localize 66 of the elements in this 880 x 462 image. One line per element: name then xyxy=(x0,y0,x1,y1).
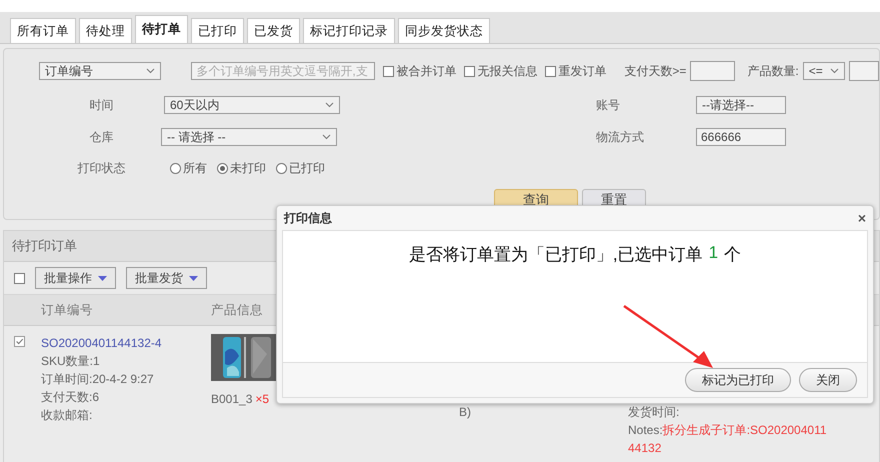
caret-icon xyxy=(189,276,198,280)
dropdown[interactable]: -- 请选择 -- xyxy=(161,128,337,146)
order-detail: 收款邮箱: xyxy=(41,407,94,424)
dialog-message: 是否将订单置为「已打印」,已选中订单 xyxy=(408,244,703,266)
radio-button[interactable] xyxy=(276,163,287,174)
order-notes: Notes:拆分生成子订单:SO20200401144132 xyxy=(628,422,828,457)
tab[interactable]: 已打印 xyxy=(191,18,244,43)
order-link[interactable]: SO20200401144132-4 xyxy=(41,334,211,352)
field-label: 打印状态 xyxy=(76,160,126,177)
dialog-title: 打印信息 xyxy=(284,210,332,226)
column-header: 产品信息 xyxy=(211,302,263,318)
dropdown-button[interactable]: 批量发货 xyxy=(126,267,207,289)
input-field[interactable] xyxy=(849,61,880,81)
quantity: ×5 xyxy=(255,392,270,406)
checkbox-label: 重发订单 xyxy=(558,62,606,80)
order-detail: 发货时间: xyxy=(628,404,680,421)
tab[interactable]: 标记打印记录 xyxy=(303,18,395,43)
field-label: 仓库 xyxy=(88,128,114,146)
close-button[interactable]: × xyxy=(858,210,866,226)
checkbox-label: 被合并订单 xyxy=(396,62,456,80)
input-field[interactable]: 666666 xyxy=(696,128,786,146)
tab[interactable]: 待处理 xyxy=(79,18,132,43)
field-label: 产品数量: xyxy=(747,62,799,80)
check-icon xyxy=(15,336,24,347)
tab[interactable]: 已发货 xyxy=(247,18,300,43)
dropdown[interactable]: <= xyxy=(802,62,846,80)
tab[interactable]: 同步发货状态 xyxy=(398,18,490,43)
radio-label: 未打印 xyxy=(230,160,266,177)
dropdown-caret-icon xyxy=(322,134,331,140)
dropdown-caret-icon xyxy=(830,68,840,74)
order-detail: 订单时间:20-4-2 9:27 xyxy=(41,371,155,388)
dropdown[interactable]: 订单编号 xyxy=(39,62,162,80)
tab[interactable]: 待打单 xyxy=(135,15,188,43)
selected-count: 1 xyxy=(708,243,718,264)
input-field[interactable] xyxy=(690,61,736,81)
search-field[interactable]: 多个订单编号用英文逗号隔开,支 xyxy=(191,62,376,80)
checkbox-label: 无报关信息 xyxy=(477,62,538,80)
radio-label: 所有 xyxy=(183,160,207,177)
caret-icon xyxy=(98,276,107,280)
mark-printed-button[interactable]: 标记为已打印 xyxy=(685,368,791,392)
checkbox[interactable] xyxy=(464,66,476,76)
sku-label: B001_3 xyxy=(211,392,252,406)
field-label: 支付天数>= xyxy=(624,62,686,80)
checkbox[interactable] xyxy=(545,66,556,76)
dropdown-button[interactable]: 批量操作 xyxy=(35,267,116,289)
order-detail: 支付天数:6 xyxy=(41,389,100,406)
checkbox[interactable] xyxy=(383,66,394,76)
order-detail: SKU数量:1 xyxy=(41,353,101,370)
count-unit: 个 xyxy=(724,244,742,266)
field-label: 物流方式 xyxy=(596,128,645,146)
column-header: 订单编号 xyxy=(41,302,94,318)
dropdown[interactable]: 60天以内 xyxy=(164,96,340,114)
dropdown[interactable]: --请选择-- xyxy=(696,96,786,114)
field-label: 时间 xyxy=(88,96,114,114)
radio-button[interactable] xyxy=(170,163,181,174)
section-title: 待打印订单 xyxy=(12,237,77,255)
checkbox[interactable] xyxy=(14,336,25,347)
radio-button[interactable] xyxy=(217,163,228,174)
close-dialog-button[interactable]: 关闭 xyxy=(799,368,857,392)
checkbox[interactable] xyxy=(14,272,25,284)
field-label: 账号 xyxy=(596,96,621,114)
dropdown-caret-icon xyxy=(325,102,334,108)
dropdown-caret-icon xyxy=(146,68,156,74)
tab[interactable]: 所有订单 xyxy=(10,18,76,43)
radio-label: 已打印 xyxy=(289,160,325,177)
order-detail: B) xyxy=(459,404,472,421)
